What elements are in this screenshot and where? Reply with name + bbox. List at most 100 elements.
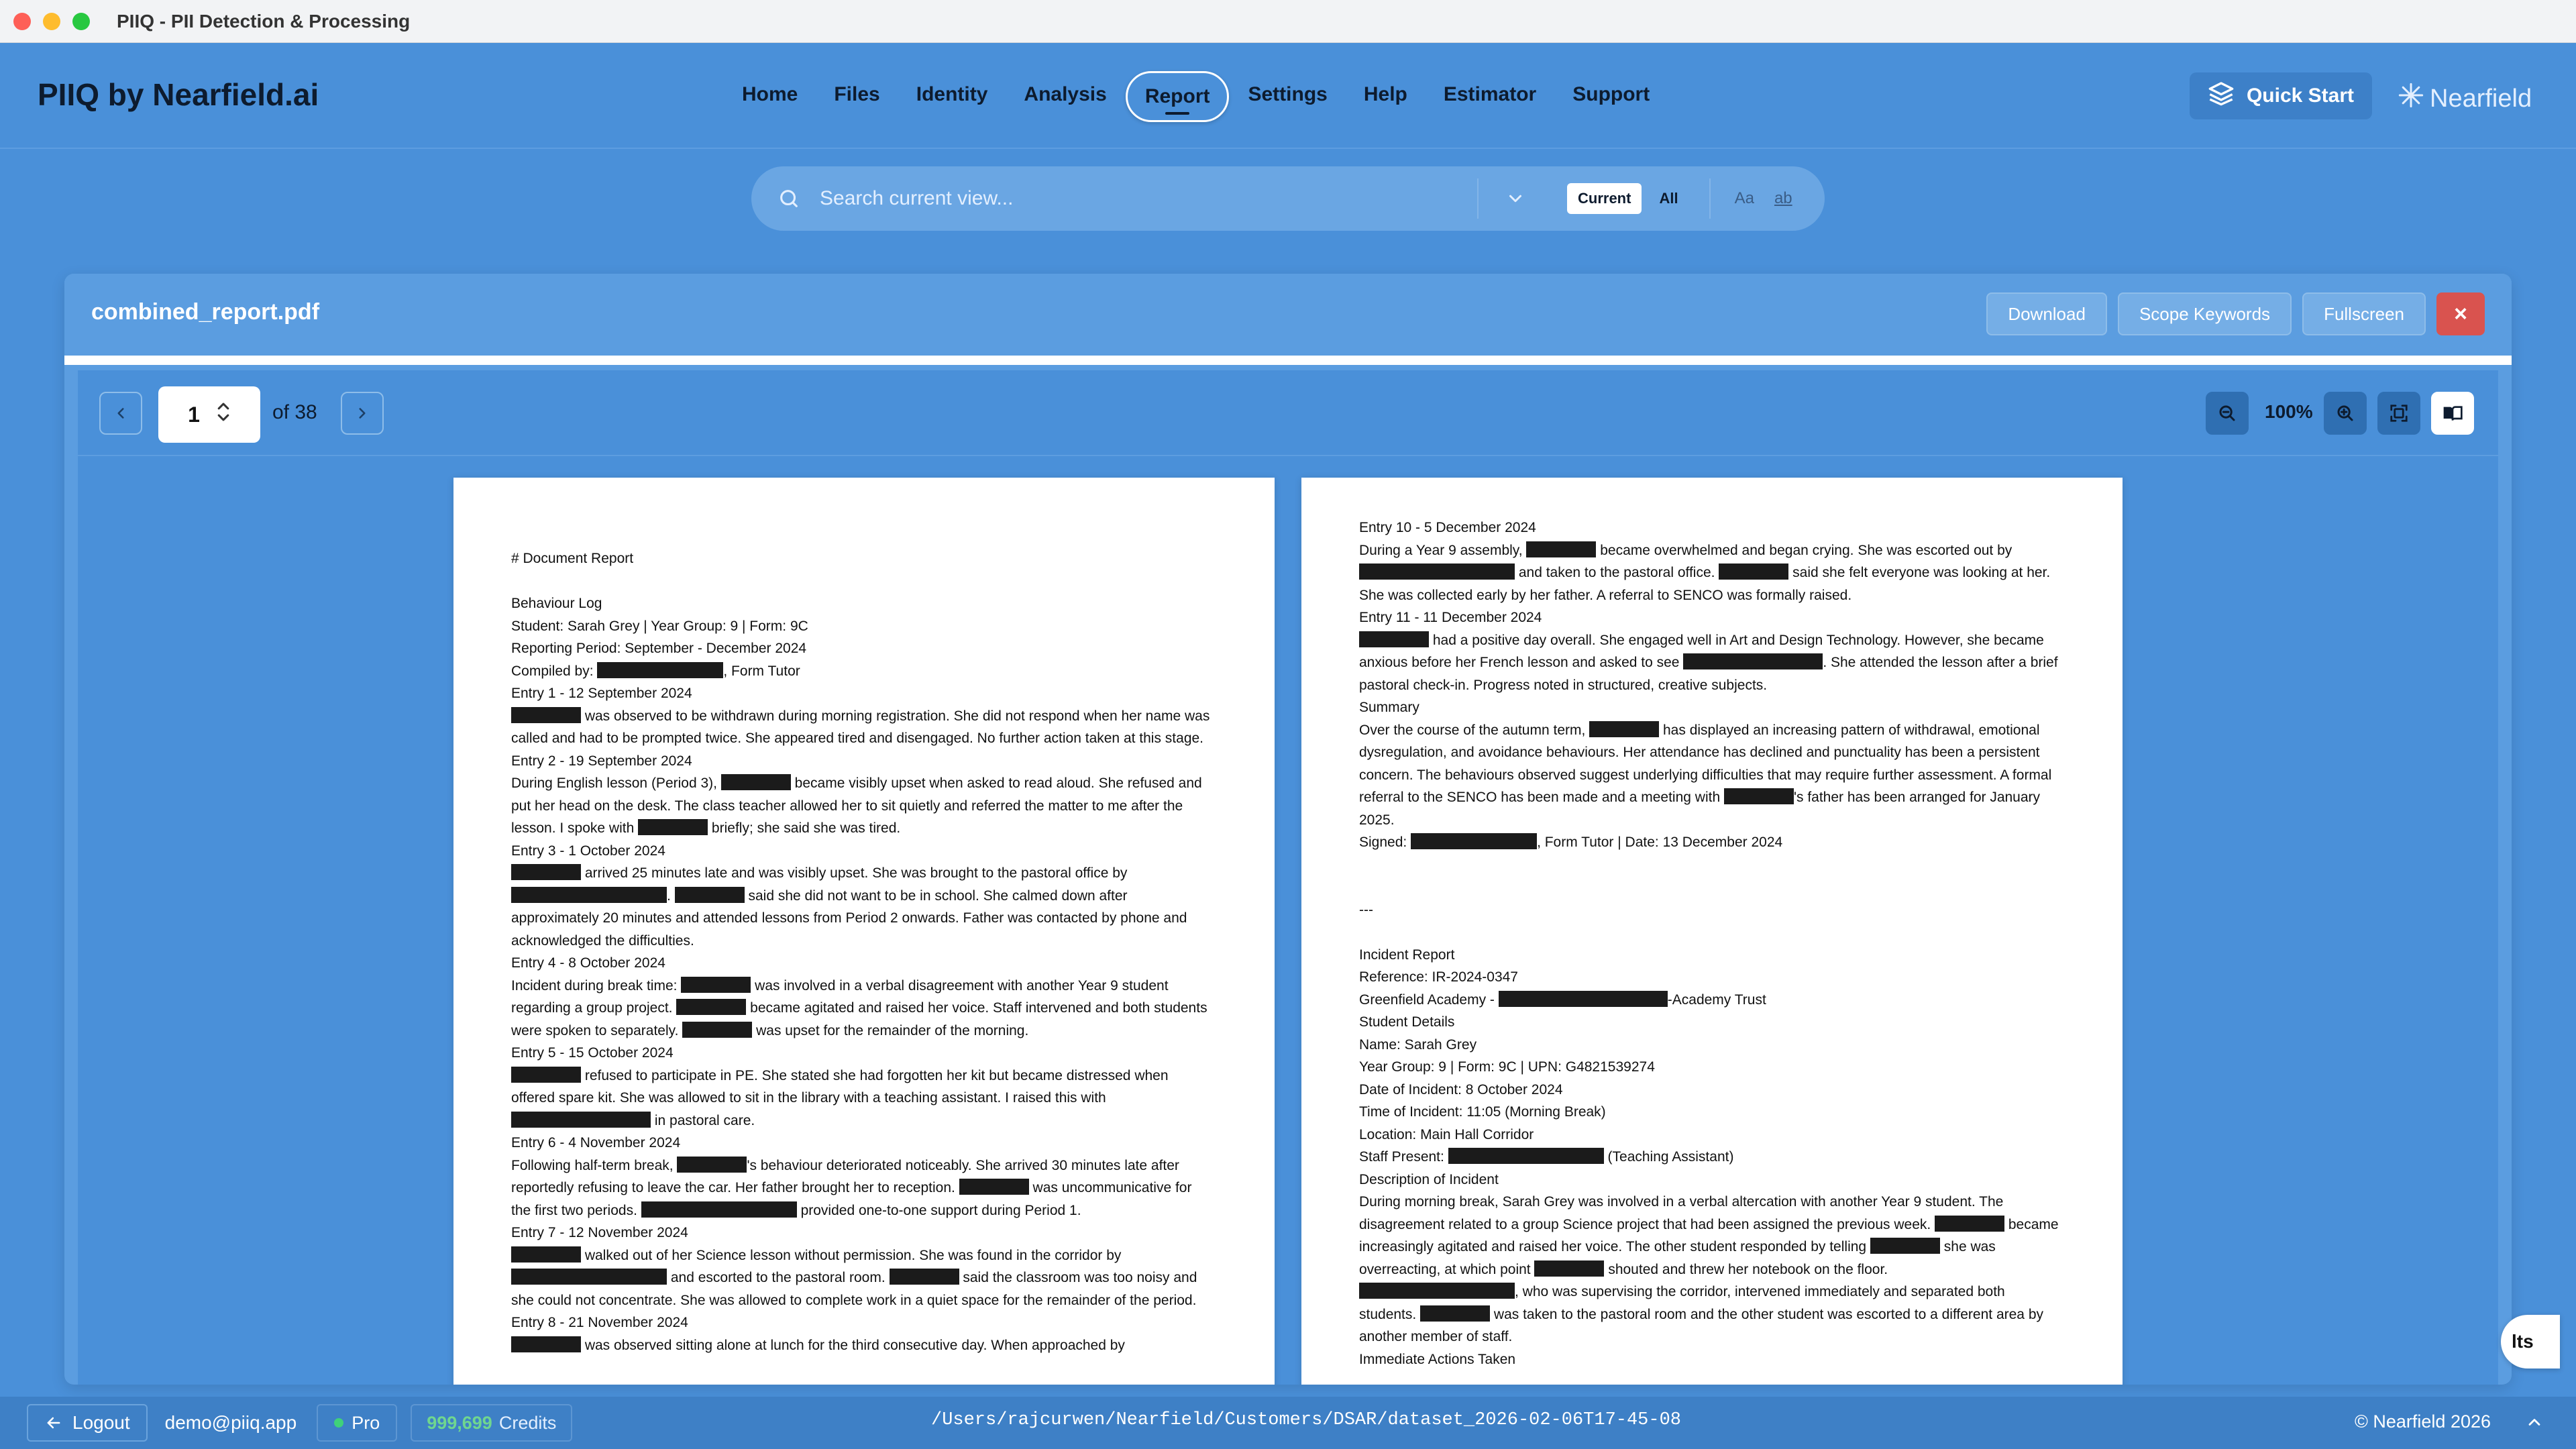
scope-keywords-button[interactable]: Scope Keywords bbox=[2117, 292, 2292, 335]
zoom-in-icon bbox=[2337, 405, 2353, 421]
redaction-box bbox=[1359, 564, 1515, 580]
doc-line: Student Details bbox=[1359, 1014, 1455, 1030]
doc-line: 2025. bbox=[1359, 812, 1395, 828]
dataset-path: /Users/rajcurwen/Nearfield/Customers/DSA… bbox=[931, 1410, 1681, 1430]
redaction-box bbox=[1534, 1260, 1605, 1277]
nav-report[interactable]: Report bbox=[1125, 71, 1230, 122]
doc-line: Immediate Actions Taken bbox=[1359, 1351, 1516, 1367]
search-input[interactable] bbox=[820, 187, 1477, 210]
nav-settings[interactable]: Settings bbox=[1230, 71, 1344, 122]
redaction-box bbox=[1448, 1148, 1604, 1164]
doc-heading: # Document Report bbox=[511, 551, 634, 566]
redaction-box bbox=[1870, 1238, 1940, 1254]
doc-line: walked out of her Science lesson without… bbox=[511, 1244, 1217, 1267]
doc-line: lesson. I spoke with briefly; she said s… bbox=[511, 819, 901, 836]
redaction-box bbox=[511, 1336, 581, 1352]
nav-files[interactable]: Files bbox=[816, 71, 897, 122]
window-title: PIIQ - PII Detection & Processing bbox=[117, 10, 411, 32]
zoom-in-button[interactable] bbox=[2324, 392, 2367, 435]
doc-line: Entry 11 - 11 December 2024 bbox=[1359, 610, 1542, 625]
nav-analysis[interactable]: Analysis bbox=[1006, 71, 1124, 122]
redaction-box bbox=[1719, 564, 1789, 580]
search-divider-2 bbox=[1709, 178, 1711, 219]
doc-line: the first two periods. provided one-to-o… bbox=[511, 1201, 1081, 1218]
two-page-view-button[interactable] bbox=[2431, 392, 2474, 435]
doc-line: called and had to be prompted twice. She… bbox=[511, 731, 1204, 746]
search-icon bbox=[775, 185, 802, 212]
document-text-right: Entry 10 - 5 December 2024 During a Year… bbox=[1301, 478, 2123, 1371]
doc-line: Reference: IR-2024-0347 bbox=[1359, 969, 1518, 985]
nav-estimator[interactable]: Estimator bbox=[1426, 71, 1554, 122]
quick-start-label: Quick Start bbox=[2246, 85, 2355, 107]
redaction-box bbox=[677, 1156, 747, 1173]
logout-label: Logout bbox=[72, 1412, 130, 1433]
doc-line: in pastoral care. bbox=[511, 1110, 1217, 1132]
status-dot-icon bbox=[334, 1418, 344, 1428]
doc-line: Entry 8 - 21 November 2024 bbox=[511, 1315, 688, 1330]
doc-line: , who was supervising the corridor, inte… bbox=[1359, 1281, 2065, 1303]
doc-line: Compiled by: , Form Tutor bbox=[511, 661, 800, 679]
doc-line: Description of Incident bbox=[1359, 1171, 1499, 1187]
stepper-arrows-icon[interactable] bbox=[216, 400, 231, 429]
scope-all-button[interactable]: All bbox=[1648, 183, 1688, 214]
whole-word-icon[interactable]: ab bbox=[1774, 189, 1792, 208]
doc-line: put her head on the desk. The class teac… bbox=[511, 798, 1183, 814]
doc-line: and taken to the pastoral office. said s… bbox=[1359, 561, 2065, 584]
nav-identity[interactable]: Identity bbox=[899, 71, 1006, 122]
pdf-page-left: # Document Report Behaviour Log Student:… bbox=[453, 478, 1275, 1385]
doc-line: she could not concentrate. She was allow… bbox=[511, 1292, 1197, 1308]
redaction-box bbox=[511, 1066, 581, 1083]
doc-line: refused to participate in PE. She stated… bbox=[511, 1065, 1217, 1087]
close-window-button[interactable] bbox=[13, 12, 31, 30]
redaction-box bbox=[889, 1269, 959, 1285]
page-count: of 38 bbox=[272, 401, 317, 423]
doc-line: During English lesson (Period 3), became… bbox=[511, 774, 1202, 791]
panel-divider bbox=[64, 356, 2512, 365]
layers-icon bbox=[2208, 80, 2235, 112]
doc-line: dysregulation, and avoidance behaviours.… bbox=[1359, 745, 2040, 760]
download-button[interactable]: Download bbox=[1986, 292, 2107, 335]
doc-line: She was collected early by her father. A… bbox=[1359, 587, 1852, 603]
doc-line: anxious before her French lesson and ask… bbox=[1359, 653, 2058, 670]
redaction-box bbox=[511, 706, 581, 723]
zoom-out-button[interactable] bbox=[2206, 392, 2249, 435]
minimize-window-button[interactable] bbox=[43, 12, 60, 30]
redaction-box bbox=[681, 976, 751, 993]
document-text-left: # Document Report Behaviour Log Student:… bbox=[453, 478, 1275, 1356]
chevron-up-icon[interactable] bbox=[2525, 1413, 2544, 1435]
doc-line: Over the course of the autumn term, has … bbox=[1359, 720, 2040, 738]
page-number-stepper[interactable]: 1 bbox=[158, 386, 260, 443]
scope-current-button[interactable]: Current bbox=[1567, 183, 1642, 214]
plan-label: Pro bbox=[352, 1412, 380, 1433]
match-case-icon[interactable]: Aa bbox=[1735, 189, 1754, 208]
chevron-down-icon[interactable] bbox=[1479, 189, 1552, 209]
fullscreen-button[interactable]: Fullscreen bbox=[2302, 292, 2426, 335]
doc-line: Signed: , Form Tutor | Date: 13 December… bbox=[1359, 833, 1783, 850]
nav-help[interactable]: Help bbox=[1346, 71, 1425, 122]
fit-page-button[interactable] bbox=[2377, 392, 2420, 435]
results-toggle-button[interactable]: lts bbox=[2501, 1315, 2560, 1368]
search-bar: Current All Aa ab bbox=[751, 166, 1825, 231]
nav-support[interactable]: Support bbox=[1555, 71, 1667, 122]
doc-line: regarding a group project. became agitat… bbox=[511, 999, 1208, 1016]
close-panel-button[interactable]: × bbox=[2436, 292, 2485, 335]
redaction-box bbox=[638, 819, 708, 835]
redaction-box bbox=[682, 1021, 753, 1038]
main-nav: Home Files Identity Analysis Report Sett… bbox=[724, 71, 1668, 122]
maximize-window-button[interactable] bbox=[72, 12, 90, 30]
next-page-button[interactable] bbox=[341, 392, 384, 435]
chevron-right-icon bbox=[359, 408, 366, 419]
logout-button[interactable]: Logout bbox=[27, 1404, 148, 1442]
nav-home[interactable]: Home bbox=[724, 71, 815, 122]
doc-line: another member of staff. bbox=[1359, 1329, 1513, 1344]
doc-line: were spoken to separately. was upset for… bbox=[511, 1021, 1029, 1038]
credits-badge: 999,699 Credits bbox=[411, 1404, 573, 1442]
quick-start-button[interactable]: Quick Start bbox=[2190, 72, 2372, 119]
prev-page-button[interactable] bbox=[99, 392, 142, 435]
pdf-pages[interactable]: # Document Report Behaviour Log Student:… bbox=[78, 458, 2498, 1385]
doc-line: students. was taken to the pastoral room… bbox=[1359, 1305, 2043, 1322]
redaction-box bbox=[1359, 631, 1429, 647]
redaction-box bbox=[1526, 541, 1597, 557]
redaction-box bbox=[511, 1246, 581, 1263]
redaction-box bbox=[676, 999, 747, 1015]
